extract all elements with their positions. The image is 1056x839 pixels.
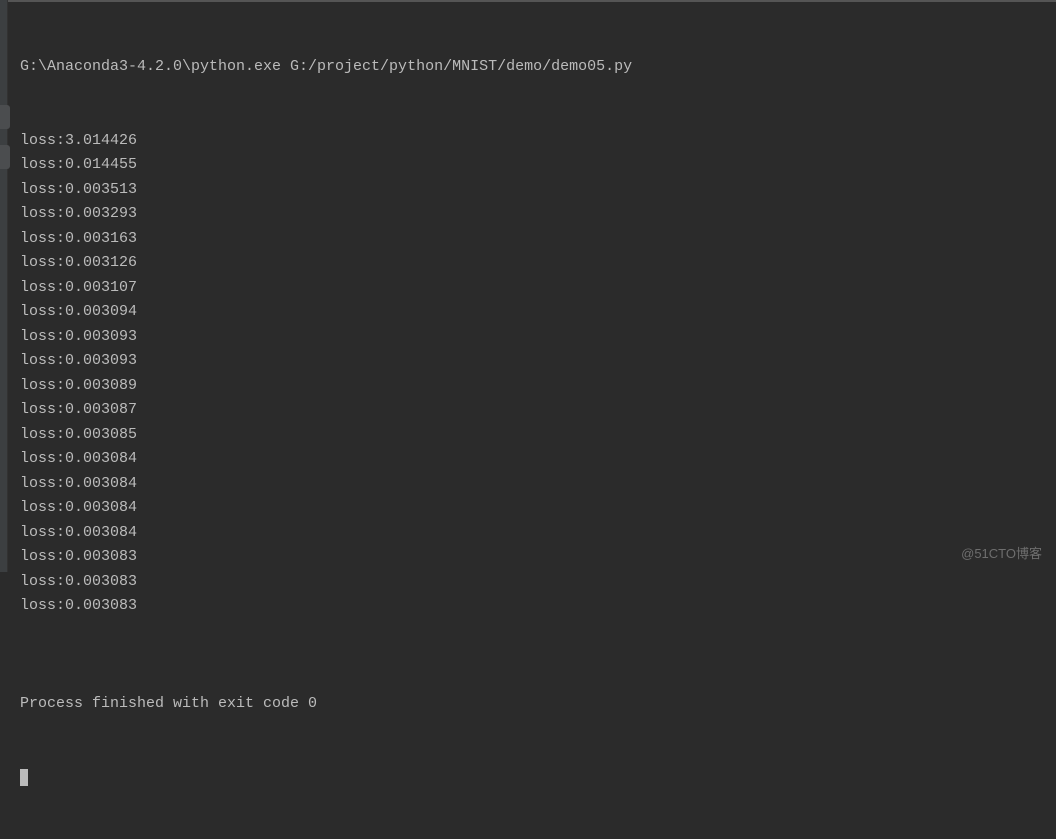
gutter [0,0,8,572]
loss-line: loss:0.003094 [20,300,1044,325]
cursor-icon [20,769,28,786]
loss-line: loss:0.003107 [20,276,1044,301]
loss-line: loss:0.003163 [20,227,1044,252]
loss-line: loss:0.003089 [20,374,1044,399]
process-finished-line: Process finished with exit code 0 [20,692,1044,717]
loss-line: loss:0.003084 [20,472,1044,497]
loss-line: loss:0.014455 [20,153,1044,178]
console-output[interactable]: G:\Anaconda3-4.2.0\python.exe G:/project… [8,0,1056,572]
cursor-line [20,766,1044,791]
console-container: G:\Anaconda3-4.2.0\python.exe G:/project… [0,0,1056,572]
loss-line: loss:0.003087 [20,398,1044,423]
loss-line: loss:0.003293 [20,202,1044,227]
loss-line: loss:0.003093 [20,349,1044,374]
command-line: G:\Anaconda3-4.2.0\python.exe G:/project… [20,55,1044,80]
loss-lines: loss:3.014426loss:0.014455loss:0.003513l… [20,129,1044,619]
loss-line: loss:0.003083 [20,545,1044,570]
watermark: @51CTO博客 [961,543,1042,562]
loss-line: loss:0.003084 [20,447,1044,472]
loss-line: loss:0.003513 [20,178,1044,203]
loss-line: loss:0.003084 [20,521,1044,546]
loss-line: loss:0.003085 [20,423,1044,448]
loss-line: loss:0.003083 [20,594,1044,619]
loss-line: loss:0.003093 [20,325,1044,350]
loss-line: loss:0.003084 [20,496,1044,521]
loss-line: loss:0.003126 [20,251,1044,276]
loss-line: loss:0.003083 [20,570,1044,595]
loss-line: loss:3.014426 [20,129,1044,154]
